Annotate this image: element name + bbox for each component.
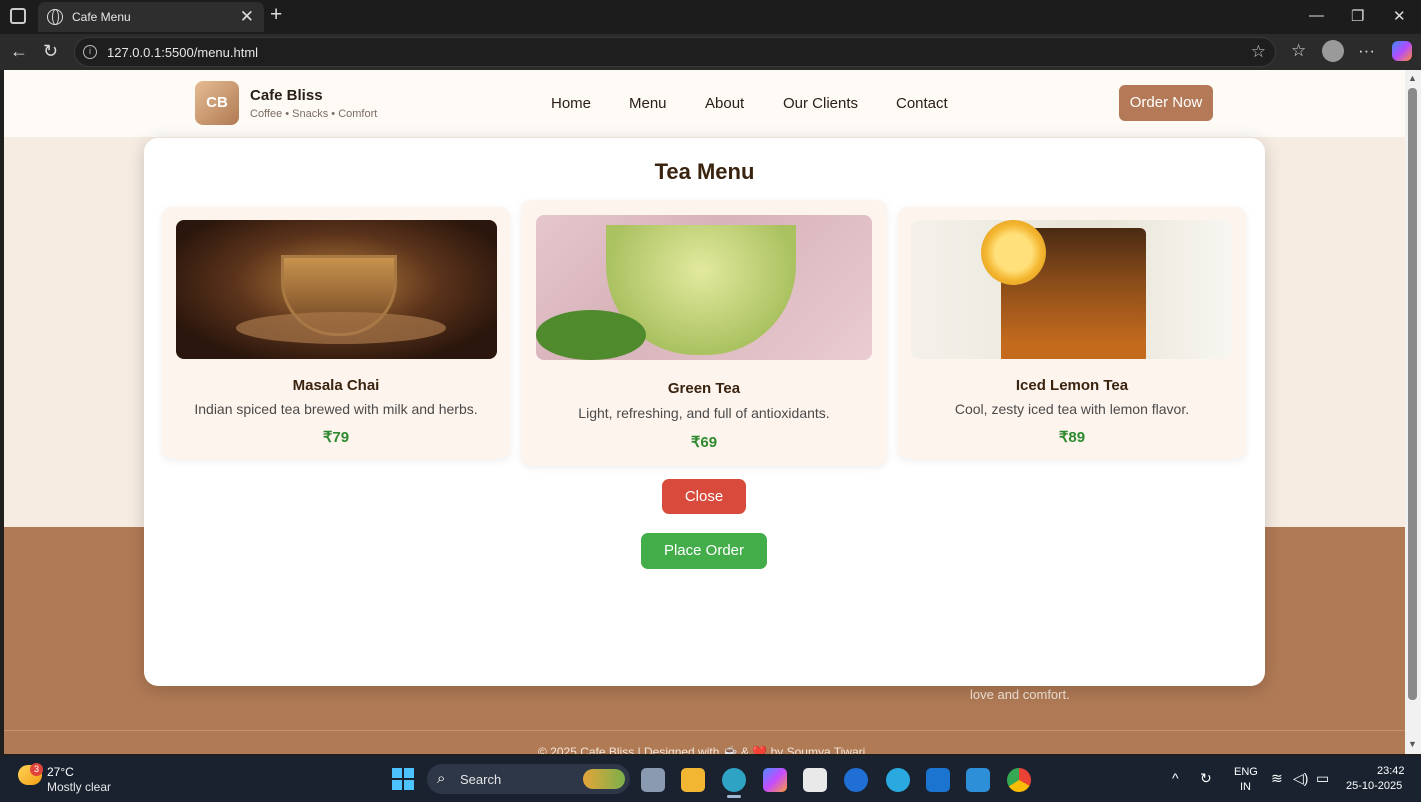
masala-chai-image — [176, 220, 497, 359]
more-options-icon[interactable]: ··· — [1358, 41, 1375, 61]
footer-copyright: © 2025 Cafe Bliss | Designed with ☕ & ❤️… — [538, 745, 866, 754]
new-tab-icon[interactable]: + — [270, 3, 282, 27]
browser-tab-strip: Cafe Menu ✕ + — ❐ ✕ — [0, 0, 1421, 34]
item-description: Light, refreshing, and full of antioxida… — [578, 405, 830, 421]
outlook-icon[interactable] — [926, 768, 950, 792]
task-view-icon[interactable] — [641, 768, 665, 792]
item-name: Masala Chai — [292, 377, 380, 394]
language-code[interactable]: ENG — [1234, 766, 1258, 778]
footer-divider — [4, 730, 1405, 731]
nav-our-clients[interactable]: Our Clients — [783, 95, 858, 112]
close-tab-icon[interactable]: ✕ — [240, 7, 254, 27]
tea-menu-modal: Tea Menu Masala Chai Indian spiced tea b… — [144, 138, 1265, 686]
brand-name: Cafe Bliss — [250, 87, 323, 104]
weather-condition[interactable]: Mostly clear — [47, 780, 111, 794]
chrome-icon[interactable] — [1007, 768, 1031, 792]
close-button[interactable]: Close — [662, 479, 746, 514]
back-icon[interactable]: ← — [10, 41, 28, 62]
site-info-icon[interactable]: i — [83, 45, 97, 59]
profile-avatar[interactable] — [1322, 40, 1344, 62]
url-field[interactable]: i 127.0.0.1:5500/menu.html ☆ — [74, 37, 1276, 67]
temperature[interactable]: 27°C — [47, 765, 74, 779]
scrollbar-thumb[interactable] — [1408, 88, 1417, 700]
menu-card-green-tea[interactable]: Green Tea Light, refreshing, and full of… — [521, 200, 887, 466]
battery-icon[interactable]: ▭ — [1316, 770, 1329, 787]
address-bar-row: ← ↻ i 127.0.0.1:5500/menu.html ☆ ☆ ··· — [0, 34, 1421, 70]
minimize-icon[interactable]: — — [1309, 7, 1324, 24]
scroll-up-icon[interactable]: ▲ — [1408, 73, 1417, 83]
active-app-indicator — [727, 795, 741, 798]
tab-actions-icon[interactable] — [10, 8, 26, 24]
site-header: CB Cafe Bliss Coffee • Snacks • Comfort … — [4, 70, 1405, 137]
nav-contact[interactable]: Contact — [896, 95, 948, 112]
clock-time[interactable]: 23:42 — [1377, 765, 1405, 777]
search-highlight-icon — [583, 769, 625, 789]
help-icon[interactable] — [886, 768, 910, 792]
item-description: Cool, zesty iced tea with lemon flavor. — [954, 401, 1190, 417]
window-close-icon[interactable]: ✕ — [1393, 7, 1406, 25]
reload-icon[interactable]: ↻ — [43, 41, 58, 62]
store-icon[interactable] — [803, 768, 827, 792]
item-price: ₹69 — [690, 434, 718, 451]
windows-taskbar: 3 27°C Mostly clear ⌕ Search ^ ↻ ENG IN … — [0, 756, 1421, 802]
volume-icon[interactable]: ◁) — [1293, 770, 1308, 787]
nav-about[interactable]: About — [705, 95, 744, 112]
menu-card-iced-lemon-tea[interactable]: Iced Lemon Tea Cool, zesty iced tea with… — [898, 207, 1246, 459]
region-code[interactable]: IN — [1240, 781, 1251, 793]
start-icon[interactable] — [392, 768, 414, 790]
tab-title: Cafe Menu — [72, 10, 131, 24]
globe-icon — [47, 9, 63, 25]
green-tea-image — [536, 215, 872, 360]
order-now-button[interactable]: Order Now — [1119, 85, 1213, 121]
brand-tagline: Coffee • Snacks • Comfort — [250, 108, 378, 120]
item-name: Iced Lemon Tea — [1015, 377, 1129, 394]
copilot-icon[interactable] — [1392, 41, 1412, 61]
scroll-down-icon[interactable]: ▼ — [1408, 739, 1417, 749]
hp-icon[interactable] — [844, 768, 868, 792]
item-price: ₹79 — [322, 429, 350, 446]
browser-tab[interactable]: Cafe Menu ✕ — [38, 2, 264, 32]
wifi-icon[interactable]: ≋ — [1271, 770, 1283, 787]
menu-card-masala-chai[interactable]: Masala Chai Indian spiced tea brewed wit… — [162, 207, 510, 459]
page-viewport: CB Cafe Bliss Coffee • Snacks • Comfort … — [4, 70, 1405, 754]
file-explorer-icon[interactable] — [681, 768, 705, 792]
url-text: 127.0.0.1:5500/menu.html — [107, 45, 259, 60]
item-price: ₹89 — [1058, 429, 1086, 446]
modal-title: Tea Menu — [654, 159, 755, 184]
search-icon: ⌕ — [437, 770, 446, 787]
clock-date[interactable]: 25-10-2025 — [1346, 780, 1402, 792]
search-label: Search — [460, 772, 502, 787]
page-scrollbar[interactable]: ▲ ▼ — [1405, 70, 1421, 754]
footer-about-text: love and comfort. — [970, 687, 1070, 702]
copilot-app-icon[interactable] — [763, 768, 787, 792]
favorite-star-icon[interactable]: ☆ — [1251, 42, 1266, 62]
logo[interactable]: CB — [195, 81, 239, 125]
item-name: Green Tea — [667, 380, 741, 397]
nav-menu[interactable]: Menu — [629, 95, 667, 112]
vscode-icon[interactable] — [966, 768, 990, 792]
taskbar-search[interactable]: ⌕ Search — [427, 764, 630, 794]
weather-badge: 3 — [30, 763, 43, 776]
maximize-icon[interactable]: ❐ — [1351, 7, 1364, 25]
sync-icon[interactable]: ↻ — [1200, 770, 1212, 787]
favorites-icon[interactable]: ☆ — [1291, 41, 1306, 61]
item-description: Indian spiced tea brewed with milk and h… — [194, 401, 478, 417]
iced-lemon-tea-image — [911, 220, 1232, 359]
nav-home[interactable]: Home — [551, 95, 591, 112]
edge-icon[interactable] — [722, 768, 746, 792]
chevron-up-icon[interactable]: ^ — [1172, 770, 1179, 786]
place-order-button[interactable]: Place Order — [641, 533, 767, 569]
